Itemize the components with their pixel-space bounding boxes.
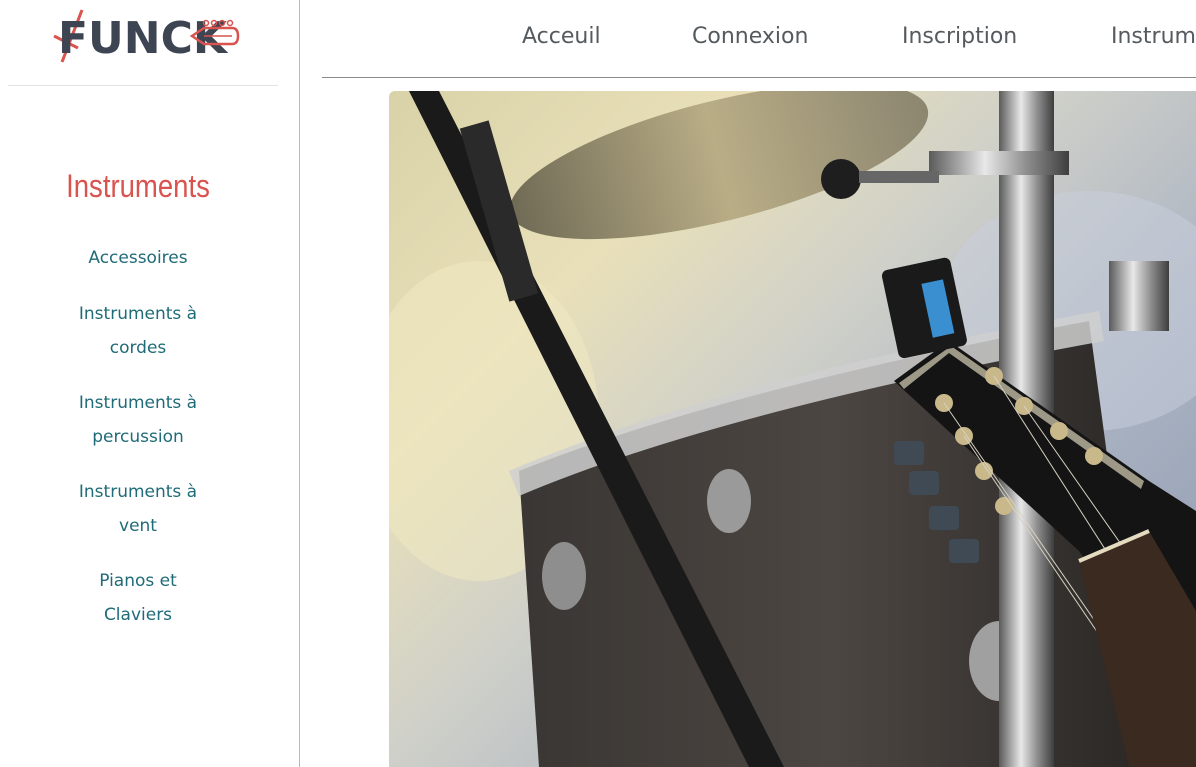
hero-image bbox=[389, 91, 1196, 767]
sidebar-item-label: Instruments à bbox=[78, 393, 198, 413]
sidebar-item-label: Pianos et bbox=[99, 571, 177, 591]
sidebar-divider bbox=[8, 85, 278, 86]
sidebar-item-label: Instruments à bbox=[78, 482, 198, 502]
brand-logo[interactable]: FUNCK bbox=[48, 6, 248, 68]
sidebar-item-label: Instruments à bbox=[78, 304, 198, 324]
sidebar-item-label-line2: Claviers bbox=[103, 605, 173, 625]
sidebar-item-label-line2: vent bbox=[119, 516, 157, 536]
sidebar-item-vent[interactable]: Instruments à vent bbox=[0, 475, 276, 543]
sidebar-item-label: Accessoires bbox=[88, 248, 188, 268]
nav-item-connexion[interactable]: Connexion bbox=[692, 24, 808, 49]
nav-item-accueil[interactable]: Acceuil bbox=[522, 24, 601, 49]
guitar-headstock-icon bbox=[189, 19, 240, 46]
top-navigation: Acceuil Connexion Inscription Instrum bbox=[322, 0, 1196, 78]
sidebar-item-claviers[interactable]: Pianos et Claviers bbox=[0, 564, 276, 632]
sidebar-item-label-line2: cordes bbox=[109, 338, 167, 358]
sidebar-item-label-line2: percussion bbox=[92, 427, 184, 447]
nav-item-instruments[interactable]: Instrum bbox=[1111, 24, 1196, 49]
sidebar: FUNCK Instruments Accessoires Instrument… bbox=[0, 0, 300, 767]
sidebar-item-cordes[interactable]: Instruments à cordes bbox=[0, 297, 276, 365]
sidebar-item-accessoires[interactable]: Accessoires bbox=[0, 241, 276, 275]
nav-item-inscription[interactable]: Inscription bbox=[902, 24, 1017, 49]
hero-photo-illustration bbox=[389, 91, 1196, 767]
sidebar-item-percussion[interactable]: Instruments à percussion bbox=[0, 386, 276, 454]
sidebar-title: Instruments bbox=[66, 168, 210, 204]
